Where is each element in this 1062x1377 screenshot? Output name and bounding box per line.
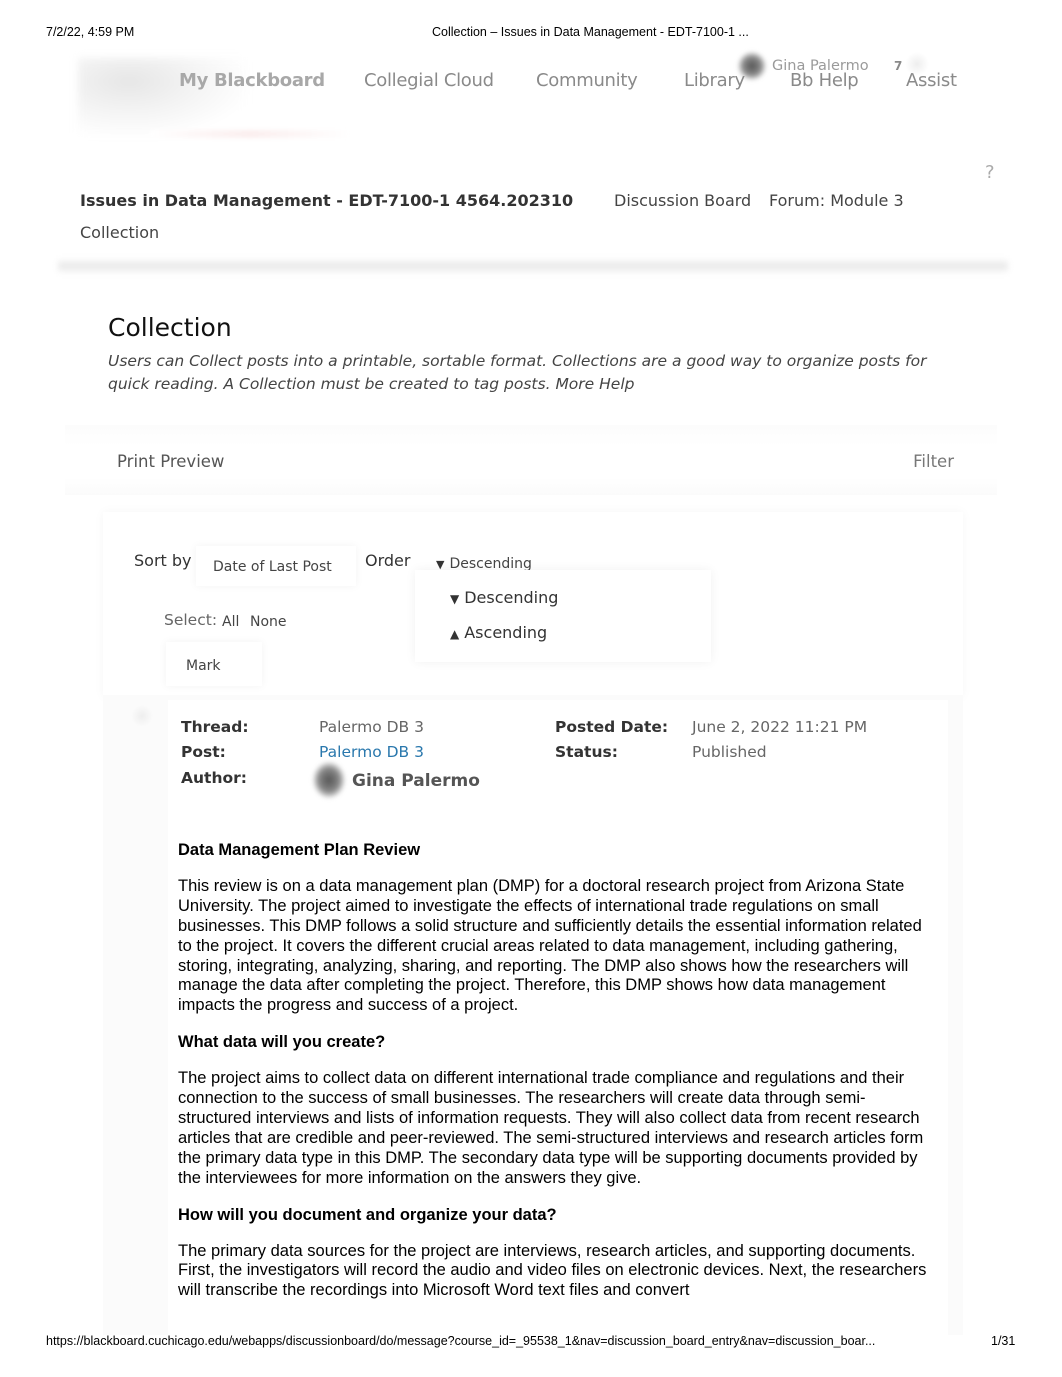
nav-active-indicator	[150, 130, 350, 138]
sort-by-label: Sort by	[134, 551, 192, 570]
post-label: Post:	[181, 743, 226, 761]
order-option-ascending[interactable]: ▲ Ascending	[450, 623, 547, 642]
post-select-checkbox[interactable]	[131, 705, 153, 727]
post-heading: How will you document and organize your …	[178, 1205, 557, 1224]
user-name[interactable]: Gina Palermo	[772, 58, 869, 74]
order-label: Order	[365, 551, 411, 570]
action-bar: Print Preview Filter	[65, 425, 997, 495]
author-label: Author:	[181, 769, 247, 787]
status-label: Status:	[555, 743, 618, 761]
thread-value: Palermo DB 3	[319, 718, 424, 736]
post-paragraph: The primary data sources for the project…	[178, 1241, 927, 1300]
user-avatar[interactable]	[738, 52, 766, 80]
print-preview-button[interactable]: Print Preview	[117, 452, 224, 471]
order-dropdown-menu: ▼ Descending ▲ Ascending	[415, 570, 711, 662]
post-heading: Data Management Plan Review	[178, 841, 421, 859]
print-header: 7/2/22, 4:59 PM Collection – Issues in D…	[0, 25, 1062, 43]
filter-button[interactable]: Filter	[913, 452, 954, 471]
print-date: 7/2/22, 4:59 PM	[46, 25, 135, 39]
breadcrumb-course[interactable]: Issues in Data Management - EDT-7100-1 4…	[80, 191, 573, 210]
nav-community[interactable]: Community	[536, 70, 638, 91]
breadcrumb-discussion-board[interactable]: Discussion Board	[614, 191, 751, 210]
author-avatar	[313, 762, 345, 798]
nav-my-blackboard[interactable]: My Blackboard	[179, 70, 325, 91]
select-all-link[interactable]: All	[222, 614, 239, 630]
select-label: Select:	[164, 611, 218, 629]
mark-button[interactable]: Mark	[166, 642, 262, 686]
post-card: Thread: Palermo DB 3 Post: Palermo DB 3 …	[103, 695, 963, 1335]
order-option-label: Descending	[464, 588, 559, 607]
page-description: Users can Collect posts into a printable…	[108, 350, 938, 396]
breadcrumb-divider	[58, 258, 1008, 274]
top-navigation: My Blackboard Collegial Cloud Community …	[0, 50, 1062, 150]
print-page-number: 1/31	[991, 1334, 1016, 1348]
more-help-link[interactable]: More Help	[555, 375, 634, 393]
post-paragraph: This review is on a data management plan…	[178, 876, 922, 1015]
caret-down-icon: ▼	[450, 592, 460, 606]
notification-count-badge[interactable]: 7	[894, 59, 902, 73]
print-doc-title: Collection – Issues in Data Management -…	[432, 25, 749, 39]
breadcrumb-current: Collection	[80, 223, 160, 242]
caret-up-icon: ▲	[450, 627, 460, 641]
posted-date-value: June 2, 2022 11:21 PM	[692, 718, 868, 736]
page-description-text: Users can Collect posts into a printable…	[108, 352, 927, 393]
breadcrumb: ? Issues in Data Management - EDT-7100-1…	[48, 150, 1014, 275]
nav-collegial-cloud[interactable]: Collegial Cloud	[364, 70, 494, 91]
thread-label: Thread:	[181, 718, 249, 736]
breadcrumb-forum[interactable]: Forum: Module 3	[769, 191, 904, 210]
posted-date-label: Posted Date:	[555, 718, 669, 736]
nav-library[interactable]: Library	[684, 70, 745, 91]
post-paragraph: The project aims to collect data on diff…	[178, 1069, 924, 1187]
logout-icon[interactable]	[905, 52, 929, 76]
post-link[interactable]: Palermo DB 3	[319, 743, 424, 761]
author-name: Gina Palermo	[352, 771, 480, 791]
print-footer: https://blackboard.cuchicago.edu/webapps…	[0, 1334, 1062, 1352]
page-title: Collection	[108, 313, 232, 342]
sort-panel: Sort by Date of Last Post Order ▼ Descend…	[103, 512, 963, 697]
status-value: Published	[692, 743, 767, 761]
post-heading: What data will you create?	[178, 1033, 386, 1052]
help-icon[interactable]: ?	[985, 162, 995, 183]
sort-by-select[interactable]: Date of Last Post	[196, 546, 356, 586]
order-option-label: Ascending	[464, 623, 548, 642]
post-body: Data Management Plan Review This review …	[178, 841, 938, 1318]
select-none-link[interactable]: None	[250, 614, 287, 630]
order-option-descending[interactable]: ▼ Descending	[450, 588, 558, 607]
print-url: https://blackboard.cuchicago.edu/webapps…	[46, 1334, 876, 1348]
